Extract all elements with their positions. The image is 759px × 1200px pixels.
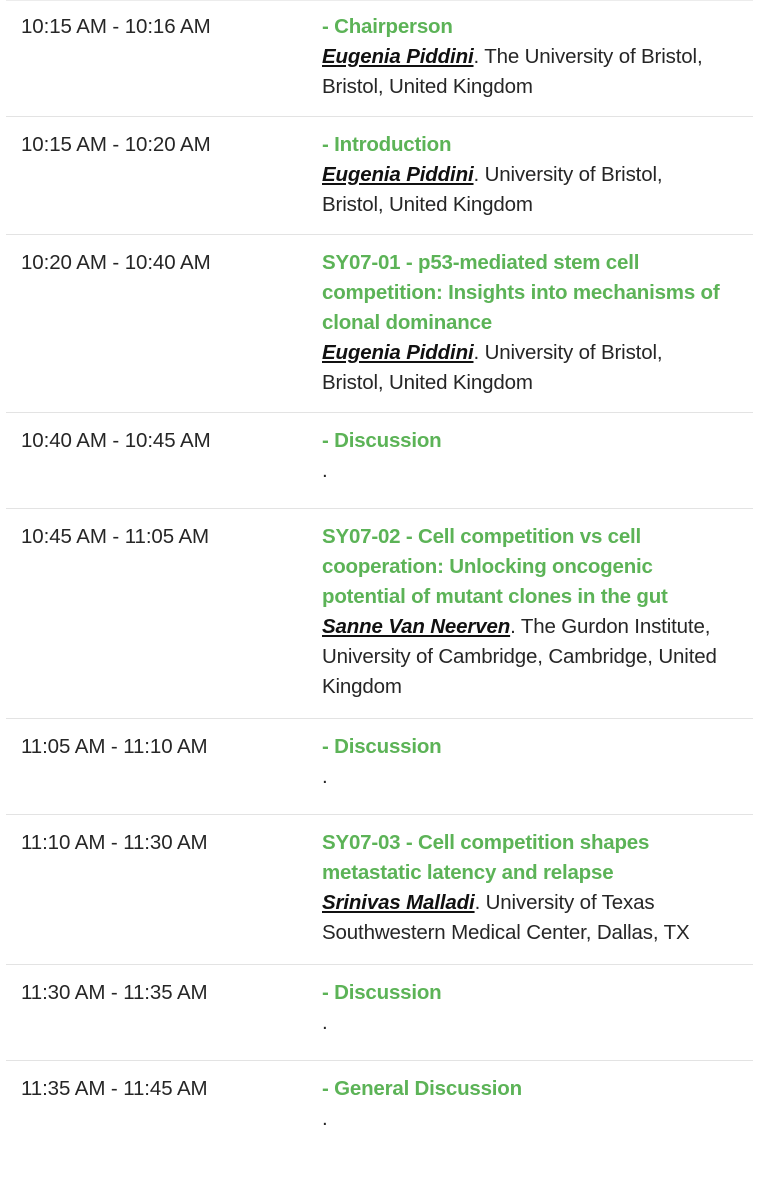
session-time: 10:20 AM - 10:40 AM	[21, 251, 211, 274]
presenter-name[interactable]: Sanne Van Neerven	[322, 615, 510, 638]
session-time: 11:05 AM - 11:10 AM	[21, 735, 208, 758]
presenter-affiliation: .	[322, 1107, 328, 1130]
session-details: - Discussion .	[322, 426, 753, 486]
session-presenter: .	[322, 456, 725, 486]
session-time: 11:35 AM - 11:45 AM	[21, 1077, 208, 1100]
session-row[interactable]: 10:15 AM - 10:20 AM - Introduction Eugen…	[6, 116, 753, 234]
session-row[interactable]: 11:35 AM - 11:45 AM - General Discussion…	[6, 1060, 753, 1156]
session-details: - Chairperson Eugenia Piddini. The Unive…	[322, 12, 753, 102]
session-row[interactable]: 10:45 AM - 11:05 AM SY07-02 - Cell compe…	[6, 508, 753, 718]
session-title-link[interactable]: SY07-03 - Cell competition shapes metast…	[322, 828, 725, 888]
session-row[interactable]: 11:10 AM - 11:30 AM SY07-03 - Cell compe…	[6, 814, 753, 964]
session-title-link[interactable]: - Discussion	[322, 732, 725, 762]
session-presenter: .	[322, 762, 725, 792]
session-details: SY07-01 - p53-mediated stem cell competi…	[322, 248, 753, 398]
session-title-link[interactable]: SY07-02 - Cell competition vs cell coope…	[322, 522, 725, 612]
session-presenter: .	[322, 1008, 725, 1038]
session-title-link[interactable]: - Chairperson	[322, 12, 725, 42]
session-presenter: Srinivas Malladi. University of Texas So…	[322, 888, 725, 948]
session-details: - General Discussion .	[322, 1074, 753, 1134]
session-details: - Discussion .	[322, 732, 753, 792]
session-row[interactable]: 10:20 AM - 10:40 AM SY07-01 - p53-mediat…	[6, 234, 753, 412]
presenter-name[interactable]: Eugenia Piddini	[322, 341, 474, 364]
session-time: 10:15 AM - 10:16 AM	[21, 15, 211, 38]
presenter-name[interactable]: Srinivas Malladi	[322, 891, 475, 914]
session-title-link[interactable]: - Discussion	[322, 978, 725, 1008]
session-details: SY07-02 - Cell competition vs cell coope…	[322, 522, 753, 702]
session-presenter: Sanne Van Neerven. The Gurdon Institute,…	[322, 612, 725, 702]
presenter-name[interactable]: Eugenia Piddini	[322, 45, 474, 68]
session-time: 11:10 AM - 11:30 AM	[21, 831, 208, 854]
presenter-affiliation: .	[322, 459, 328, 482]
session-title-link[interactable]: - Introduction	[322, 130, 725, 160]
presenter-name[interactable]: Eugenia Piddini	[322, 163, 474, 186]
session-row[interactable]: 11:05 AM - 11:10 AM - Discussion .	[6, 718, 753, 814]
session-details: SY07-03 - Cell competition shapes metast…	[322, 828, 753, 948]
session-row[interactable]: 10:40 AM - 10:45 AM - Discussion .	[6, 412, 753, 508]
session-row[interactable]: 11:30 AM - 11:35 AM - Discussion .	[6, 964, 753, 1060]
session-row[interactable]: 10:15 AM - 10:16 AM - Chairperson Eugeni…	[6, 0, 753, 116]
session-presenter: Eugenia Piddini. University of Bristol, …	[322, 160, 725, 220]
session-time: 10:15 AM - 10:20 AM	[21, 133, 211, 156]
presenter-affiliation: .	[322, 1011, 328, 1034]
session-title-link[interactable]: - General Discussion	[322, 1074, 725, 1104]
session-schedule-list: 10:15 AM - 10:16 AM - Chairperson Eugeni…	[0, 0, 759, 1156]
session-presenter: .	[322, 1104, 725, 1134]
session-details: - Introduction Eugenia Piddini. Universi…	[322, 130, 753, 220]
session-time: 10:45 AM - 11:05 AM	[21, 525, 210, 548]
presenter-affiliation: .	[322, 765, 328, 788]
session-time: 10:40 AM - 10:45 AM	[21, 429, 211, 452]
session-presenter: Eugenia Piddini. The University of Brist…	[322, 42, 725, 102]
session-title-link[interactable]: SY07-01 - p53-mediated stem cell competi…	[322, 248, 725, 338]
session-title-link[interactable]: - Discussion	[322, 426, 725, 456]
session-details: - Discussion .	[322, 978, 753, 1038]
session-time: 11:30 AM - 11:35 AM	[21, 981, 208, 1004]
session-presenter: Eugenia Piddini. University of Bristol, …	[322, 338, 725, 398]
